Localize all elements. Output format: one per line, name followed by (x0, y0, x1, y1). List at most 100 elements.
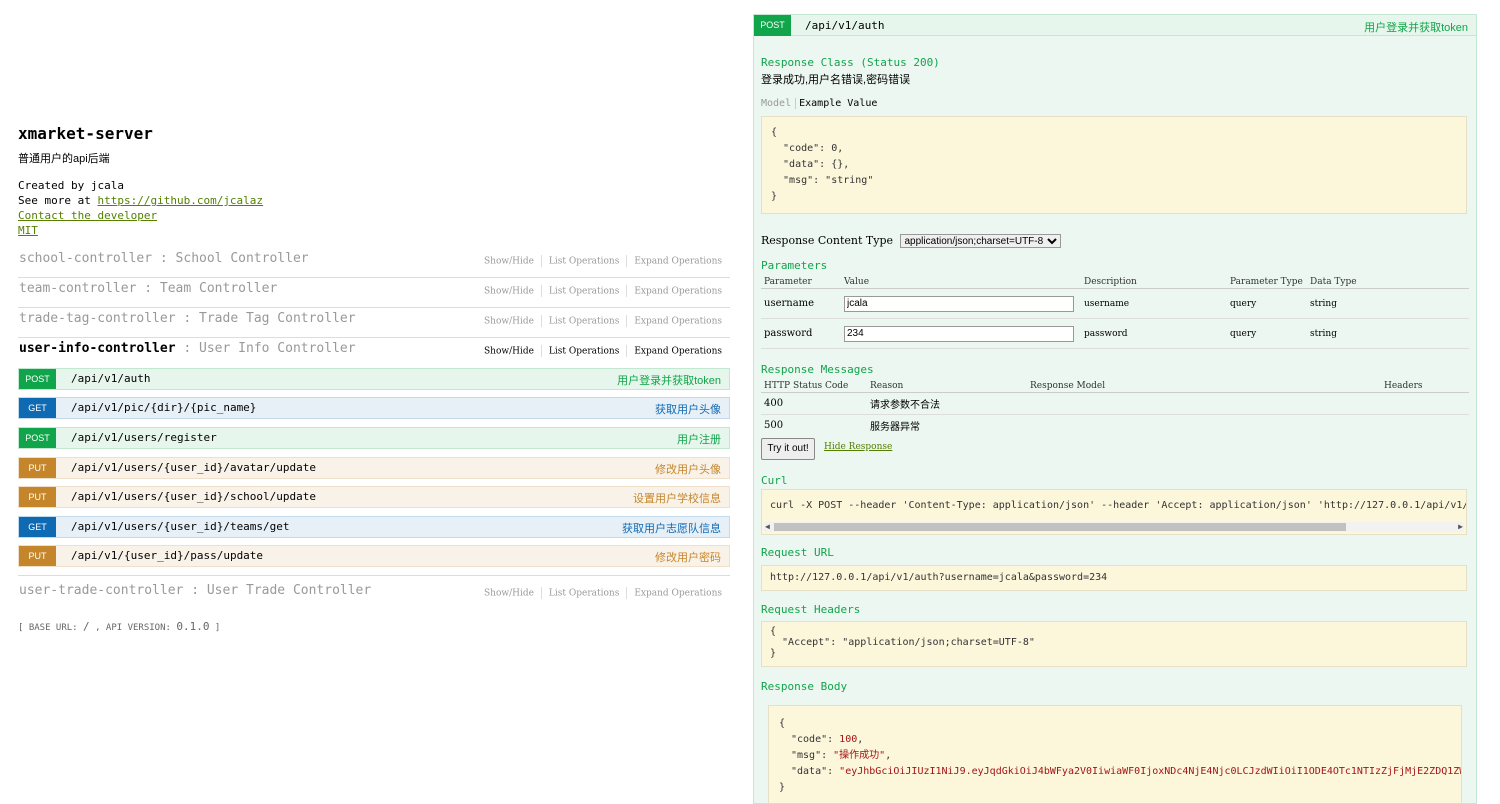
list-operations-link[interactable]: List Operations (549, 317, 619, 327)
try-it-out-button[interactable]: Try it out! (761, 438, 815, 460)
api-info: Created by jcala See more at https://git… (18, 178, 263, 238)
endpoint-summary[interactable]: 获取用户头像 (655, 401, 721, 417)
endpoint-summary[interactable]: 用户登录并获取token (617, 372, 721, 388)
endpoint-summary[interactable]: 设置用户学校信息 (633, 490, 721, 506)
contact-developer-link[interactable]: Contact the developer (18, 209, 157, 222)
scrollbar-thumb[interactable] (774, 523, 1346, 531)
controller-school-name[interactable]: school-controller : School Controller (19, 251, 309, 266)
method-badge: PUT (19, 487, 56, 507)
operation-detail-panel: POST /api/v1/auth 用户登录并获取token Response … (753, 14, 1477, 804)
request-headers-box: { "Accept": "application/json;charset=UT… (761, 621, 1467, 667)
endpoint-put-school[interactable]: PUT /api/v1/users/{user_id}/school/updat… (18, 486, 730, 508)
controller-user-info: user-info-controller : User Info Control… (18, 337, 730, 367)
show-hide-link[interactable]: Show/Hide (484, 317, 534, 327)
api-title: xmarket-server (18, 124, 153, 143)
scroll-right-icon[interactable]: ▶ (1458, 522, 1463, 531)
controller-user-trade-name[interactable]: user-trade-controller : User Trade Contr… (19, 583, 371, 598)
method-badge: POST (19, 428, 56, 448)
request-url: http://127.0.0.1/api/v1/auth?username=jc… (770, 572, 1108, 583)
example-value-box[interactable]: { "code": 0, "data": {}, "msg": "string"… (761, 116, 1467, 214)
endpoint-path[interactable]: /api/v1/{user_id}/pass/update (71, 549, 263, 562)
license-link[interactable]: MIT (18, 224, 38, 237)
endpoint-path[interactable]: /api/v1/users/register (71, 431, 217, 444)
list-operations-link[interactable]: List Operations (549, 347, 619, 357)
method-badge: GET (19, 517, 56, 537)
controller-trade-tag: trade-tag-controller : Trade Tag Control… (18, 307, 730, 338)
endpoint-post-auth[interactable]: POST /api/v1/auth 用户登录并获取token (18, 368, 730, 390)
list-operations-link[interactable]: List Operations (549, 287, 619, 297)
request-url-title: Request URL (761, 546, 834, 559)
base-url-footer: [ BASE URL: / , API VERSION: 0.1.0 ] (18, 620, 221, 633)
response-class-desc: 登录成功,用户名错误,密码错误 (761, 74, 911, 86)
endpoint-get-teams[interactable]: GET /api/v1/users/{user_id}/teams/get 获取… (18, 516, 730, 538)
hide-response-link[interactable]: Hide Response (824, 442, 892, 452)
curl-title: Curl (761, 474, 788, 487)
expand-operations-link[interactable]: Expand Operations (634, 347, 722, 357)
endpoint-summary[interactable]: 修改用户头像 (655, 461, 721, 477)
controller-user-info-name[interactable]: user-info-controller : User Info Control… (19, 341, 356, 356)
table-row: 400 请求参数不合法 (761, 392, 1469, 415)
list-operations-link[interactable]: List Operations (549, 589, 619, 599)
expand-operations-link[interactable]: Expand Operations (634, 257, 722, 267)
table-row: password password query string (761, 318, 1469, 349)
endpoint-post-register[interactable]: POST /api/v1/users/register 用户注册 (18, 427, 730, 449)
scroll-left-icon[interactable]: ◀ (765, 522, 770, 531)
method-badge: PUT (19, 458, 56, 478)
expand-operations-link[interactable]: Expand Operations (634, 589, 722, 599)
controller-school: school-controller : School Controller Sh… (18, 247, 730, 278)
method-badge: POST (19, 369, 56, 389)
show-hide-link[interactable]: Show/Hide (484, 257, 534, 267)
username-input[interactable] (844, 295, 1074, 312)
operation-path[interactable]: /api/v1/auth (805, 19, 884, 32)
show-hide-link[interactable]: Show/Hide (484, 287, 534, 297)
response-body-box: { "code": 100, "msg": "操作成功", "data": "e… (768, 705, 1462, 803)
controller-team-name[interactable]: team-controller : Team Controller (19, 281, 277, 296)
horizontal-scrollbar[interactable]: ◀ ▶ (764, 522, 1464, 532)
expand-operations-link[interactable]: Expand Operations (634, 287, 722, 297)
endpoint-summary[interactable]: 获取用户志愿队信息 (622, 520, 721, 536)
controller-user-trade: user-trade-controller : User Trade Contr… (18, 575, 730, 606)
endpoint-put-pass[interactable]: PUT /api/v1/{user_id}/pass/update 修改用户密码 (18, 545, 730, 567)
endpoint-path[interactable]: /api/v1/pic/{dir}/{pic_name} (71, 401, 256, 414)
method-badge: PUT (19, 546, 56, 566)
request-headers-title: Request Headers (761, 603, 861, 616)
method-badge: POST (754, 15, 791, 36)
model-tab[interactable]: Model (761, 98, 797, 109)
response-class-title: Response Class (Status 200) (761, 56, 940, 69)
created-by: Created by jcala (18, 179, 124, 192)
model-tabs: Model Example Value (761, 98, 877, 109)
api-description: 普通用户的api后端 (18, 153, 110, 165)
curl-command: curl -X POST --header 'Content-Type: app… (770, 500, 1467, 511)
endpoint-get-pic[interactable]: GET /api/v1/pic/{dir}/{pic_name} 获取用户头像 (18, 397, 730, 419)
response-messages-table: HTTP Status Code Reason Response Model H… (761, 379, 1469, 437)
endpoint-summary[interactable]: 修改用户密码 (655, 549, 721, 565)
endpoint-summary[interactable]: 用户注册 (677, 431, 721, 447)
table-row: 500 服务器异常 (764, 420, 920, 434)
content-type-select[interactable]: application/json;charset=UTF-8 (899, 234, 1061, 248)
password-input[interactable] (844, 325, 1074, 342)
example-value-tab[interactable]: Example Value (796, 98, 877, 109)
parameters-title: Parameters (761, 259, 828, 272)
endpoint-path[interactable]: /api/v1/users/{user_id}/teams/get (71, 520, 290, 533)
parameters-table: Parameter Value Description Parameter Ty… (761, 275, 1469, 349)
response-body-title: Response Body (761, 680, 848, 693)
controller-trade-tag-name[interactable]: trade-tag-controller : Trade Tag Control… (19, 311, 356, 326)
response-messages-title: Response Messages (761, 363, 874, 376)
expand-operations-link[interactable]: Expand Operations (634, 317, 722, 327)
response-content-type: Response Content Type application/json;c… (761, 234, 1061, 248)
endpoint-path[interactable]: /api/v1/users/{user_id}/avatar/update (71, 461, 316, 474)
controller-team: team-controller : Team Controller Show/H… (18, 277, 730, 308)
show-hide-link[interactable]: Show/Hide (484, 347, 534, 357)
method-badge: GET (19, 398, 56, 418)
show-hide-link[interactable]: Show/Hide (484, 589, 534, 599)
operation-header[interactable]: POST /api/v1/auth 用户登录并获取token (754, 15, 1476, 36)
list-operations-link[interactable]: List Operations (549, 257, 619, 267)
endpoint-path[interactable]: /api/v1/auth (71, 372, 150, 385)
operation-summary[interactable]: 用户登录并获取token (1364, 19, 1468, 35)
request-url-box: http://127.0.0.1/api/v1/auth?username=jc… (761, 565, 1467, 591)
endpoint-put-avatar[interactable]: PUT /api/v1/users/{user_id}/avatar/updat… (18, 457, 730, 479)
github-link[interactable]: https://github.com/jcalaz (97, 194, 263, 207)
endpoint-path[interactable]: /api/v1/users/{user_id}/school/update (71, 490, 316, 503)
table-row: username username query string (761, 288, 1469, 319)
curl-box[interactable]: curl -X POST --header 'Content-Type: app… (761, 489, 1467, 535)
